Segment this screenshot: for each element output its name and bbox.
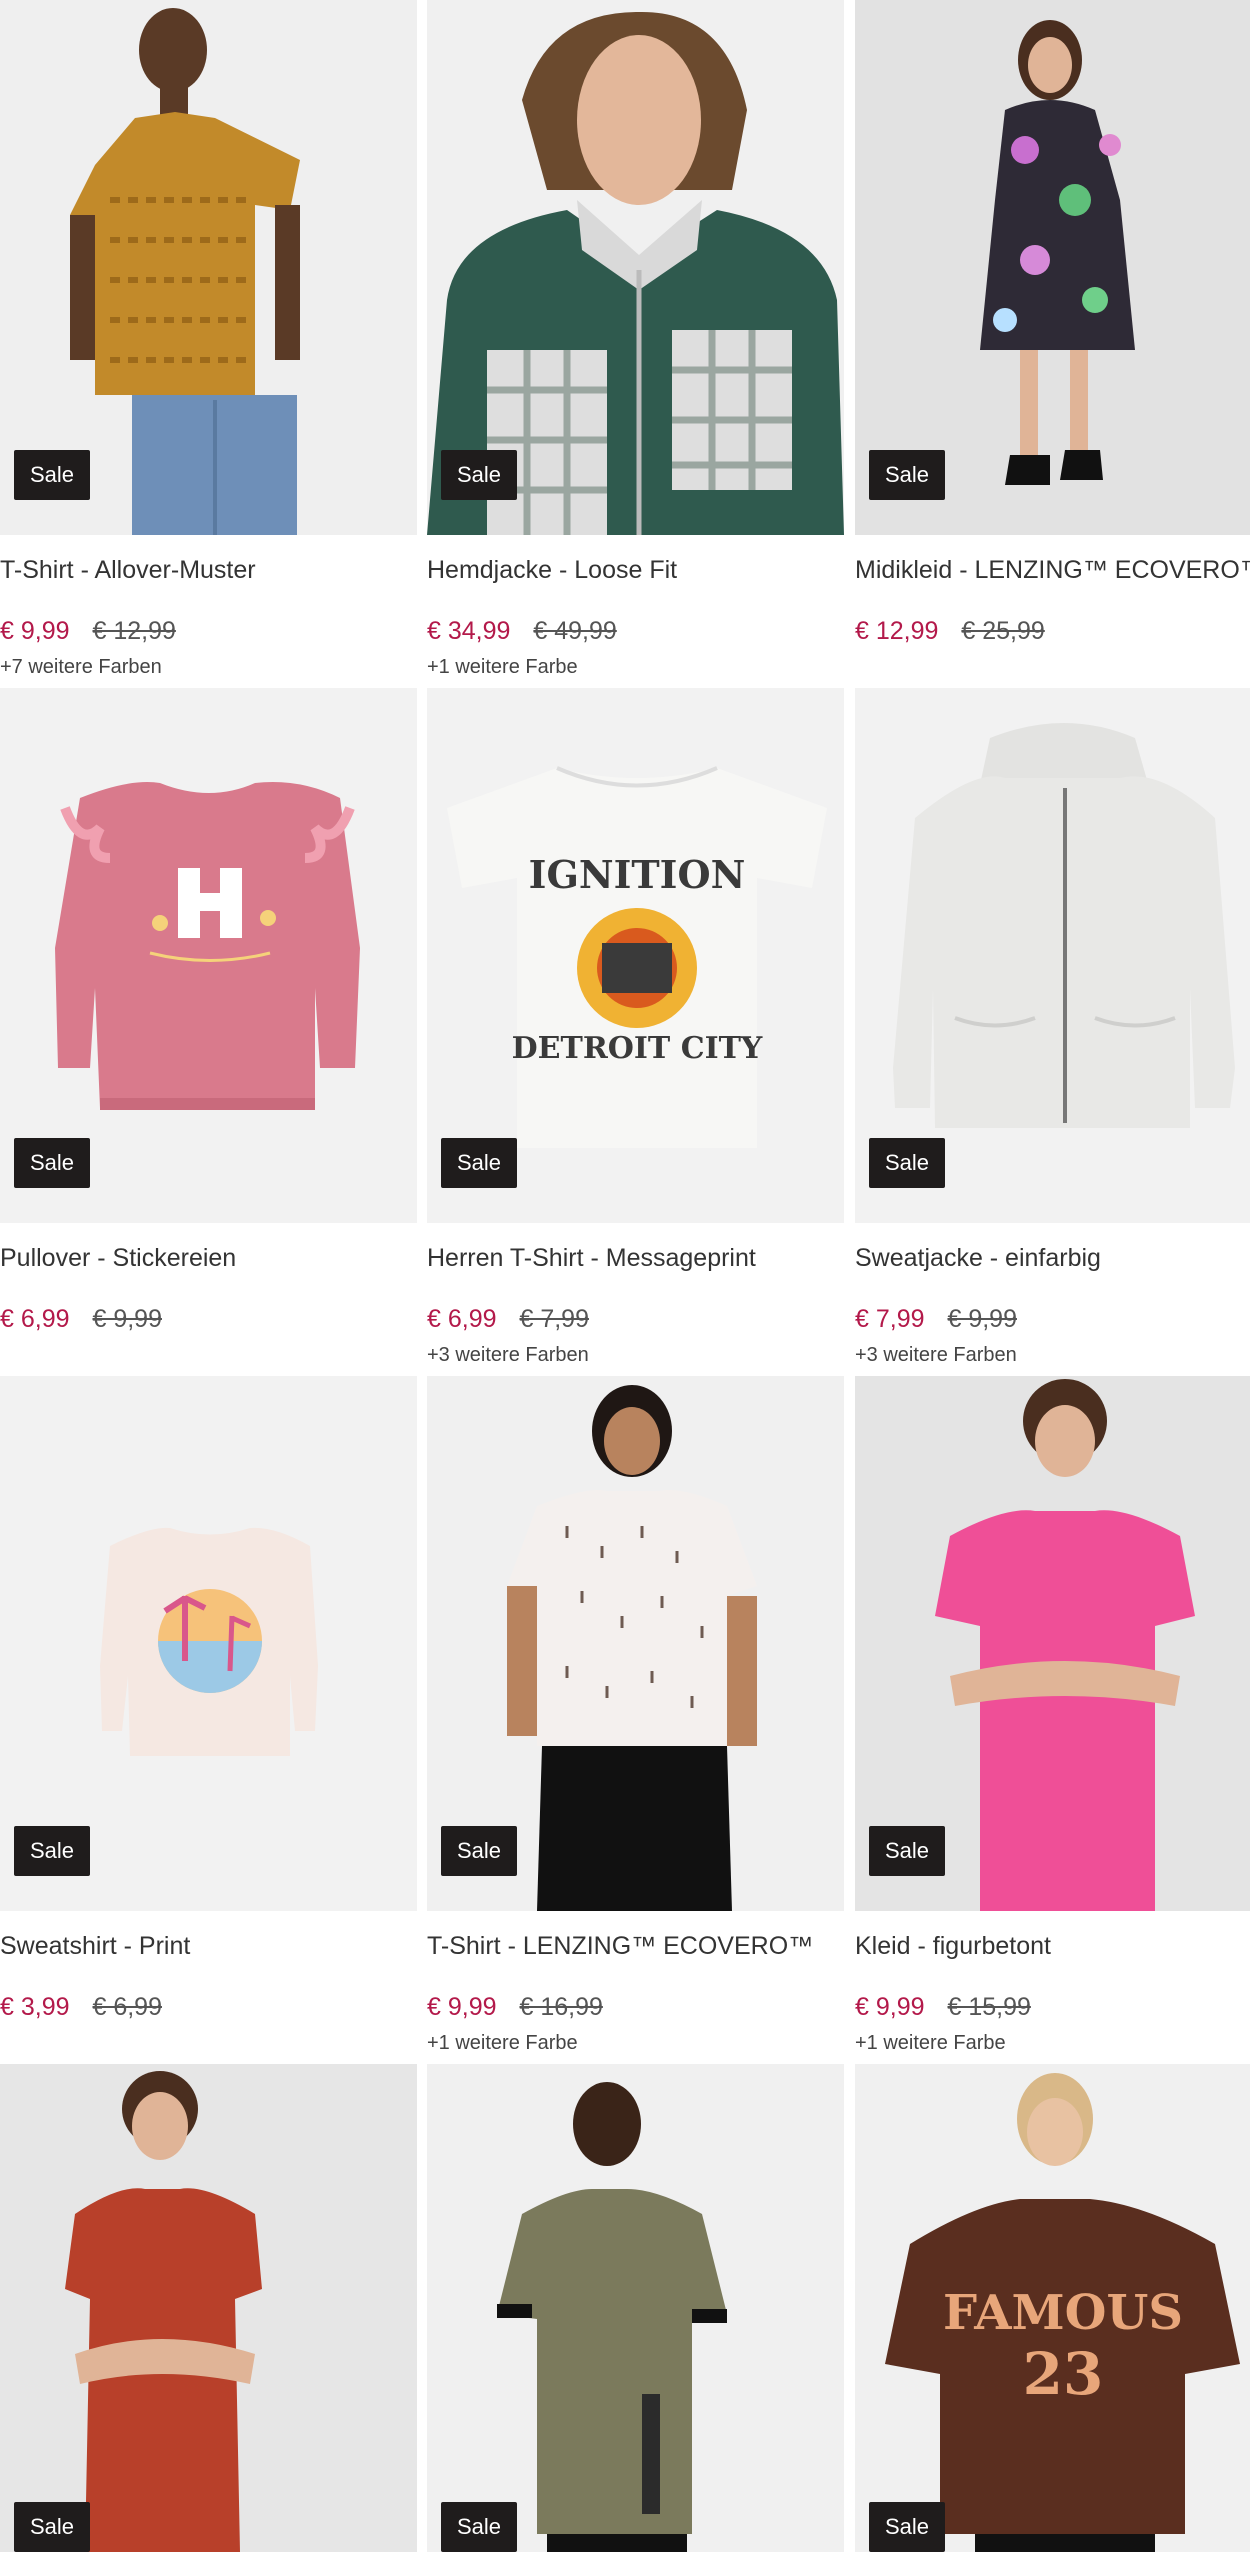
print-text-famous: FAMOUS (943, 2285, 1183, 2341)
sale-badge: Sale (14, 1826, 91, 1876)
sale-price: € 9,99 (855, 1993, 925, 2021)
sale-badge: Sale (441, 2502, 518, 2552)
original-price: € 49,99 (533, 617, 617, 645)
product-title[interactable]: Midikleid - LENZING™ ECOVERO™ (855, 556, 1250, 585)
print-text-ignition: IGNITION (529, 852, 746, 897)
sale-price: € 3,99 (0, 1993, 70, 2021)
more-colors[interactable]: +3 weitere Farben (855, 1344, 1017, 1367)
sale-price: € 6,99 (0, 1305, 70, 1333)
sale-price: € 6,99 (427, 1305, 497, 1333)
more-colors[interactable]: +3 weitere Farben (427, 1344, 589, 1367)
original-price: € 16,99 (519, 1993, 603, 2021)
price-row: € 9,99 € 12,99 (0, 617, 176, 646)
sale-badge: Sale (14, 2502, 91, 2552)
product-image[interactable]: Sale (0, 2064, 417, 2552)
product-image[interactable]: Sale (0, 1376, 417, 1911)
price-row: € 9,99 € 16,99 (427, 1993, 603, 2022)
product-image[interactable]: Sale (855, 0, 1250, 535)
price-row: € 3,99 € 6,99 (0, 1993, 162, 2022)
olive-mens-tshirt-icon (427, 2064, 844, 2552)
price-row: € 6,99 € 9,99 (0, 1305, 162, 1334)
product-title[interactable]: T-Shirt - LENZING™ ECOVERO™ (427, 1932, 844, 1961)
product-image[interactable]: Sale (0, 0, 417, 535)
price-row: € 34,99 € 49,99 (427, 617, 617, 646)
sale-badge: Sale (14, 1138, 91, 1188)
original-price: € 9,99 (947, 1305, 1017, 1333)
sale-badge: Sale (441, 1826, 518, 1876)
product-image[interactable]: Sale (427, 2064, 844, 2552)
sale-badge: Sale (441, 450, 518, 500)
product-image[interactable]: Sale (0, 688, 417, 1223)
original-price: € 25,99 (961, 617, 1045, 645)
original-price: € 6,99 (92, 1993, 162, 2021)
more-colors[interactable]: +1 weitere Farbe (427, 2032, 578, 2055)
print-text-number: 23 (1023, 2340, 1104, 2408)
price-row: € 9,99 € 15,99 (855, 1993, 1031, 2022)
sale-badge: Sale (869, 2502, 946, 2552)
more-colors[interactable]: +1 weitere Farbe (855, 2032, 1006, 2055)
sale-badge: Sale (869, 1826, 946, 1876)
product-image[interactable]: Sale (855, 688, 1250, 1223)
product-title[interactable]: Sweatjacke - einfarbig (855, 1244, 1250, 1273)
price-row: € 6,99 € 7,99 (427, 1305, 589, 1334)
original-price: € 12,99 (92, 617, 176, 645)
product-title[interactable]: Sweatshirt - Print (0, 1932, 417, 1961)
more-colors[interactable]: +7 weitere Farben (0, 656, 162, 679)
product-image[interactable]: FAMOUS 23 Sale (855, 2064, 1250, 2552)
red-tshirt-dress-icon (0, 2064, 417, 2552)
sale-badge: Sale (441, 1138, 518, 1188)
product-image[interactable]: Sale (427, 1376, 844, 1911)
product-title[interactable]: Pullover - Stickereien (0, 1244, 417, 1273)
product-image[interactable]: IGNITION DETROIT CITY Sale (427, 688, 844, 1223)
product-title[interactable]: T-Shirt - Allover-Muster (0, 556, 417, 585)
sale-badge: Sale (869, 450, 946, 500)
product-title[interactable]: Herren T-Shirt - Messageprint (427, 1244, 844, 1273)
original-price: € 7,99 (519, 1305, 589, 1333)
product-title[interactable]: Hemdjacke - Loose Fit (427, 556, 844, 585)
product-image[interactable]: Sale (427, 0, 844, 535)
product-grid: Sale T-Shirt - Allover-Muster € 9,99 € 1… (0, 0, 1250, 2552)
more-colors[interactable]: +1 weitere Farbe (427, 656, 578, 679)
sale-price: € 7,99 (855, 1305, 925, 1333)
price-row: € 7,99 € 9,99 (855, 1305, 1017, 1334)
sale-price: € 34,99 (427, 617, 511, 645)
price-row: € 12,99 € 25,99 (855, 617, 1045, 646)
brown-famous-tshirt-icon: FAMOUS 23 (855, 2064, 1250, 2552)
print-text-detroit: DETROIT CITY (512, 1031, 763, 1066)
sale-price: € 9,99 (427, 1993, 497, 2021)
sale-badge: Sale (14, 450, 91, 500)
sale-price: € 9,99 (0, 617, 70, 645)
product-image[interactable]: Sale (855, 1376, 1250, 1911)
original-price: € 9,99 (92, 1305, 162, 1333)
product-title[interactable]: Kleid - figurbetont (855, 1932, 1250, 1961)
original-price: € 15,99 (947, 1993, 1031, 2021)
sale-price: € 12,99 (855, 617, 939, 645)
sale-badge: Sale (869, 1138, 946, 1188)
